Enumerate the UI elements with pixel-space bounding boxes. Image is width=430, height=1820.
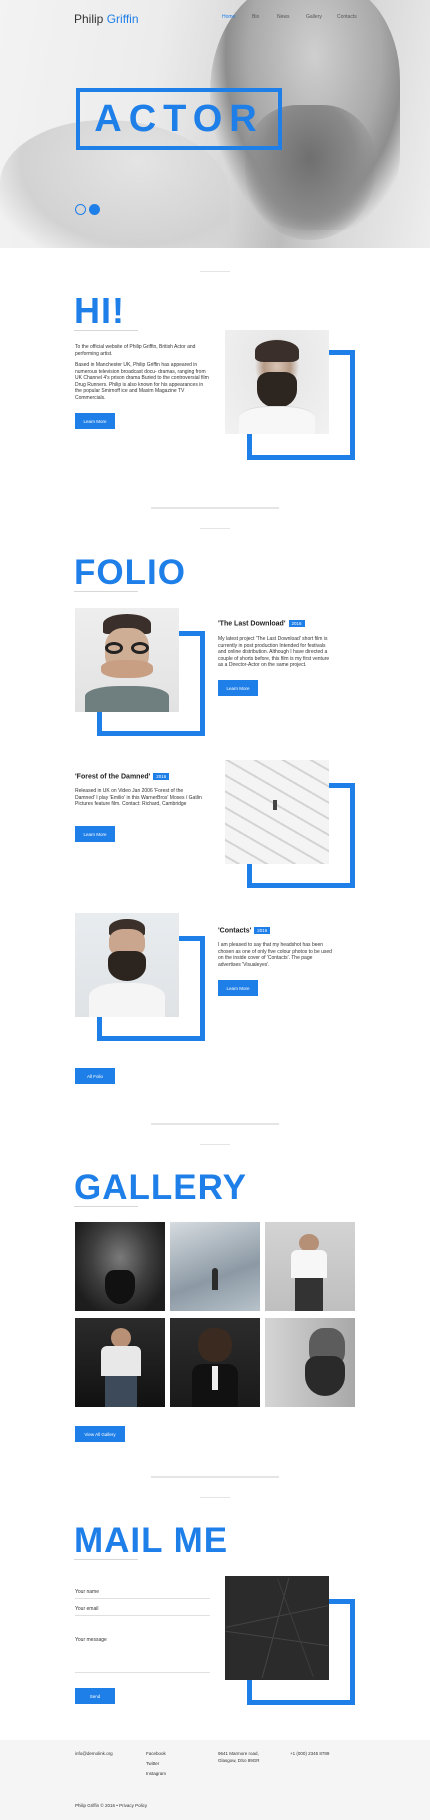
- folio-photo-2-maze: [225, 760, 329, 864]
- gallery-image-1[interactable]: [75, 1222, 165, 1311]
- hi-portrait-photo: [225, 330, 329, 434]
- nav-home[interactable]: Home: [222, 14, 235, 20]
- send-button[interactable]: Send: [75, 1688, 115, 1704]
- folio-learn-more-button-1[interactable]: Learn More: [218, 680, 258, 696]
- hi-intro: To the official website of Philip Griffi…: [75, 344, 196, 357]
- name-field-line: [75, 1598, 210, 1599]
- folio-photo-3: [75, 913, 179, 1017]
- hero-title-box: ACTOR: [76, 88, 282, 150]
- all-folio-button[interactable]: All Folio: [75, 1068, 115, 1084]
- map-image[interactable]: [225, 1576, 329, 1680]
- footer-instagram[interactable]: Instagram: [146, 1770, 166, 1778]
- footer-phone[interactable]: +1 (000) 2345 8789: [290, 1750, 329, 1758]
- hi-underline: [74, 330, 138, 331]
- folio-underline: [74, 591, 138, 592]
- folio-text-3: I am pleased to say that my headshot has…: [218, 942, 332, 968]
- gallery-image-2[interactable]: [170, 1222, 260, 1311]
- mail-underline: [74, 1559, 138, 1560]
- folio-text-2: Released in UK on Video Jan 2006 'Forest…: [75, 788, 202, 807]
- message-field[interactable]: Your message: [75, 1637, 107, 1643]
- message-field-line: [75, 1672, 210, 1673]
- hero-section: Philip Griffin Home Bio News Gallery Con…: [0, 0, 430, 248]
- main-nav: Home Bio News Gallery Contacts: [0, 14, 430, 26]
- footer-email[interactable]: info@demolink.org: [75, 1750, 113, 1758]
- gallery-underline: [74, 1206, 138, 1207]
- nav-bio[interactable]: Bio: [252, 14, 259, 20]
- slider-dot-1[interactable]: [75, 204, 86, 215]
- folio-photo-1: [75, 608, 179, 712]
- email-field-line: [75, 1615, 210, 1616]
- view-all-gallery-button[interactable]: View All Gallery: [75, 1426, 125, 1442]
- hi-learn-more-button[interactable]: Learn More: [75, 413, 115, 429]
- nav-contacts[interactable]: Contacts: [337, 14, 357, 20]
- folio-title-2-text: 'Forest of the Damned': [75, 773, 151, 781]
- footer-copyright: Philip Griffin © 2016 • Privacy Policy: [75, 1803, 148, 1808]
- folio-heading: FOLIO: [74, 553, 186, 592]
- section-divider: [200, 1144, 230, 1145]
- footer-address-line-2: Glasgow, DSo 89GR: [218, 1758, 260, 1763]
- section-divider: [151, 507, 279, 509]
- gallery-heading: GALLERY: [74, 1168, 247, 1207]
- nav-gallery[interactable]: Gallery: [306, 14, 322, 20]
- section-divider: [200, 1497, 230, 1498]
- gallery-image-5[interactable]: [170, 1318, 260, 1407]
- folio-title-3: 'Contacts' 2016: [218, 927, 271, 935]
- slider-dot-2[interactable]: [89, 204, 100, 215]
- section-divider: [200, 528, 230, 529]
- footer: info@demolink.org Facebook Twitter Insta…: [0, 1740, 430, 1820]
- folio-title-1-text: 'The Last Download': [218, 620, 286, 628]
- footer-facebook[interactable]: Facebook: [146, 1750, 166, 1758]
- folio-year-badge-1: 2016: [288, 620, 305, 627]
- folio-learn-more-button-2[interactable]: Learn More: [75, 826, 115, 842]
- hi-body: Based in Manchester UK, Philip Griffin h…: [75, 362, 209, 401]
- folio-learn-more-button-3[interactable]: Learn More: [218, 980, 258, 996]
- footer-twitter[interactable]: Twitter: [146, 1760, 159, 1768]
- folio-text-1: My latest project 'The Last Download' sh…: [218, 636, 330, 668]
- folio-title-1: 'The Last Download' 2016: [218, 620, 305, 627]
- section-divider: [151, 1476, 279, 1478]
- name-field[interactable]: Your name: [75, 1589, 99, 1595]
- folio-title-2: 'Forest of the Damned' 2016: [75, 773, 170, 781]
- folio-year-badge-3: 2016: [254, 927, 271, 934]
- email-field[interactable]: Your email: [75, 1606, 98, 1612]
- gallery-image-6[interactable]: [265, 1318, 355, 1407]
- hero-title: ACTOR: [94, 97, 264, 140]
- folio-year-badge-2: 2016: [153, 773, 170, 780]
- section-divider: [200, 271, 230, 272]
- section-divider: [151, 1123, 279, 1125]
- nav-news[interactable]: News: [277, 14, 290, 20]
- mail-heading: MAIL ME: [74, 1521, 229, 1560]
- hi-heading: HI!: [74, 290, 125, 331]
- folio-title-3-text: 'Contacts': [218, 927, 252, 935]
- gallery-image-4[interactable]: [75, 1318, 165, 1407]
- gallery-image-3[interactable]: [265, 1222, 355, 1311]
